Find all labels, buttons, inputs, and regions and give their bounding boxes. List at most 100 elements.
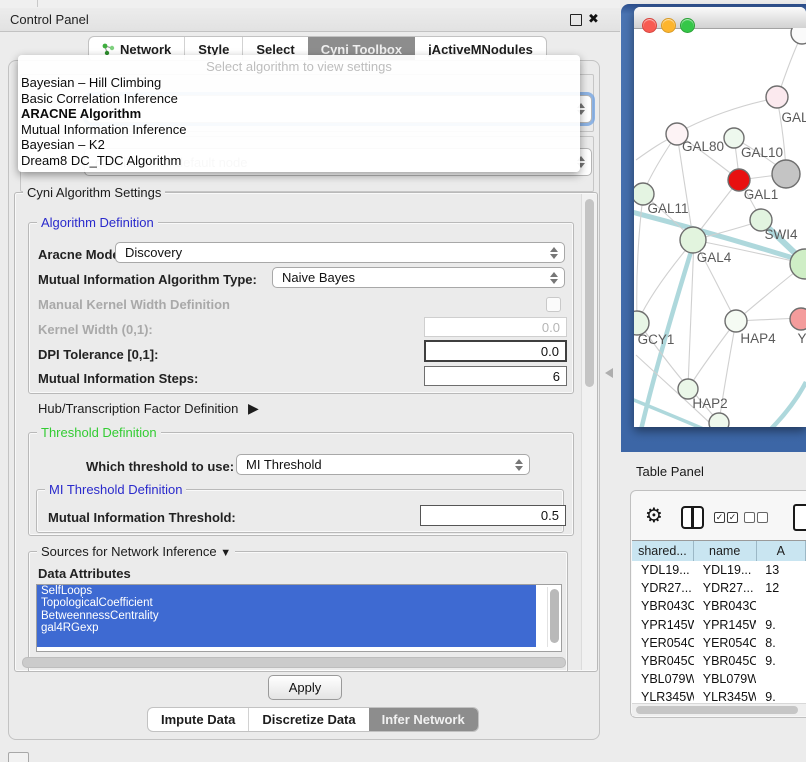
table-cell: 8. [756,634,806,652]
table-cell [756,597,806,615]
table-cell: YDL19... [632,561,694,579]
tab-label: Impute Data [161,712,235,727]
table-row[interactable]: YDL19...YDL19...13 [632,561,806,579]
mi-steps-field[interactable]: 6 [424,366,567,386]
table-cell: 9. [756,688,806,703]
table-cell: YLR345W [694,688,757,703]
algorithm-option[interactable]: Bayesian – Hill Climbing [18,75,580,91]
settings-vertical-scrollbar[interactable] [581,194,597,670]
settings-horizontal-scrollbar[interactable] [20,656,576,668]
network-node[interactable] [709,413,729,427]
panel-corner-icon[interactable] [8,752,29,762]
list-scrollbar[interactable] [547,587,560,647]
data-attribute-item[interactable] [37,635,536,647]
expand-arrow-icon: ▶ [248,400,259,416]
table-cell: YBL079W [632,670,694,688]
data-attribute-item[interactable]: SelfLoops [37,585,536,597]
data-attributes-list[interactable]: SelfLoopsTopologicalCoefficientBetweenne… [36,584,562,652]
network-edge[interactable] [679,98,777,132]
network-edge[interactable] [638,240,694,321]
network-canvas[interactable]: GALGAL80GAL10GAL1GAL11SWI4GAL4GCY1HAP4YH… [634,28,806,427]
network-edge[interactable] [636,355,712,425]
network-window-titlebar[interactable] [634,7,806,29]
combo-arrows-icon [550,272,558,284]
collapse-arrow-icon[interactable]: ▼ [220,547,231,559]
data-attribute-item[interactable]: gal4RGexp [37,622,536,634]
table-cell: YPR145W [694,616,757,634]
column-chooser-icon[interactable] [681,506,704,529]
splitter-handle-icon[interactable] [605,368,613,378]
mi-type-combo[interactable]: Naive Bayes [272,267,565,288]
aracne-mode-combo[interactable]: Discovery [115,242,565,263]
network-node[interactable] [791,28,806,44]
tab-impute-data[interactable]: Impute Data [148,708,248,731]
table-cell: YBR043C [632,597,694,615]
network-node[interactable] [772,160,800,188]
table-cell: YDL19... [694,561,757,579]
network-node-y[interactable] [790,308,806,330]
table-row[interactable]: YBR045CYBR045C9. [632,652,806,670]
deselect-all-box-icon[interactable] [744,512,755,523]
algorithm-option[interactable]: ARACNE Algorithm [18,106,580,122]
algorithm-option[interactable]: Dream8 DC_TDC Algorithm [18,153,580,169]
table-row[interactable]: YDR27...YDR27...12 [632,579,806,597]
table-row[interactable]: YBR043CYBR043C [632,597,806,615]
tab-label: Discretize Data [262,712,355,727]
table-cell: YBR045C [632,652,694,670]
select-all-check-icon[interactable]: ✓ [727,512,738,523]
network-node-hap4[interactable] [725,310,747,332]
table-cell [756,670,806,688]
select-all-check-icon[interactable]: ✓ [714,512,725,523]
table-header-row: shared...nameA [632,540,806,562]
app-screen: Control Panel ✖ NetworkStyleSelectCyni T… [0,0,806,762]
mi-type-label: Mutual Information Algorithm Type: [38,272,257,287]
table-column-header[interactable]: name [694,541,757,561]
algorithm-definition-legend: Algorithm Definition [37,215,158,230]
network-edge[interactable] [736,268,800,321]
document-icon[interactable] [793,504,806,531]
network-edge[interactable] [768,382,806,427]
manual-kernel-label: Manual Kernel Width Definition [38,297,230,312]
data-attribute-item[interactable]: BetweennessCentrality [37,610,536,622]
algorithm-option[interactable]: Mutual Information Inference [18,122,580,138]
network-node-gal[interactable] [766,86,788,108]
network-edge[interactable] [690,321,736,386]
network-node-label: GAL1 [744,187,779,202]
float-window-icon[interactable] [570,14,582,26]
manual-kernel-checkbox[interactable] [546,297,561,312]
tab-discretize-data[interactable]: Discretize Data [248,708,368,731]
table-column-header[interactable]: shared... [632,541,694,561]
hub-definition-toggle[interactable]: Hub/Transcription Factor Definition ▶ [38,400,259,417]
network-node-label: Y [797,331,806,346]
kernel-width-field[interactable]: 0.0 [424,317,567,337]
table-panel-title: Table Panel [636,464,704,479]
algorithm-popup-placeholder: Select algorithm to view settings [18,58,580,75]
threshold-definition-legend: Threshold Definition [37,425,161,440]
bottom-tabs: Impute Data Discretize Data Infer Network [147,707,479,732]
table-cell: YBR045C [694,652,757,670]
algorithm-option[interactable]: Basic Correlation Inference [18,91,580,107]
table-row[interactable]: YER054CYER054C8. [632,634,806,652]
table-horizontal-scrollbar[interactable] [632,703,806,716]
which-threshold-combo[interactable]: MI Threshold [236,454,530,475]
control-panel-titlebar: Control Panel ✖ [0,8,620,32]
close-icon[interactable]: ✖ [588,11,599,27]
table-cell: 9. [756,652,806,670]
tab-infer-network[interactable]: Infer Network [369,708,478,731]
mi-threshold-field[interactable]: 0.5 [420,505,566,526]
table-row[interactable]: YLR345WYLR345W9. [632,688,806,703]
algorithm-option[interactable]: Bayesian – K2 [18,137,580,153]
table-settings-gear-icon[interactable]: ⚙ [645,503,663,528]
table-row[interactable]: YPR145WYPR145W9. [632,616,806,634]
network-node-label: GAL10 [741,145,783,160]
dpi-tolerance-field[interactable]: 0.0 [424,340,567,362]
hub-definition-label: Hub/Transcription Factor Definition [38,401,238,416]
table-column-header[interactable]: A [757,541,806,561]
data-attribute-item[interactable]: TopologicalCoefficient [37,597,536,609]
table-row[interactable]: YBL079WYBL079W [632,670,806,688]
table-cell: 12 [756,579,806,597]
aracne-mode-value: Discovery [125,245,182,260]
apply-button[interactable]: Apply [268,675,342,700]
deselect-all-box-icon[interactable] [757,512,768,523]
table-cell: YDR27... [694,579,757,597]
